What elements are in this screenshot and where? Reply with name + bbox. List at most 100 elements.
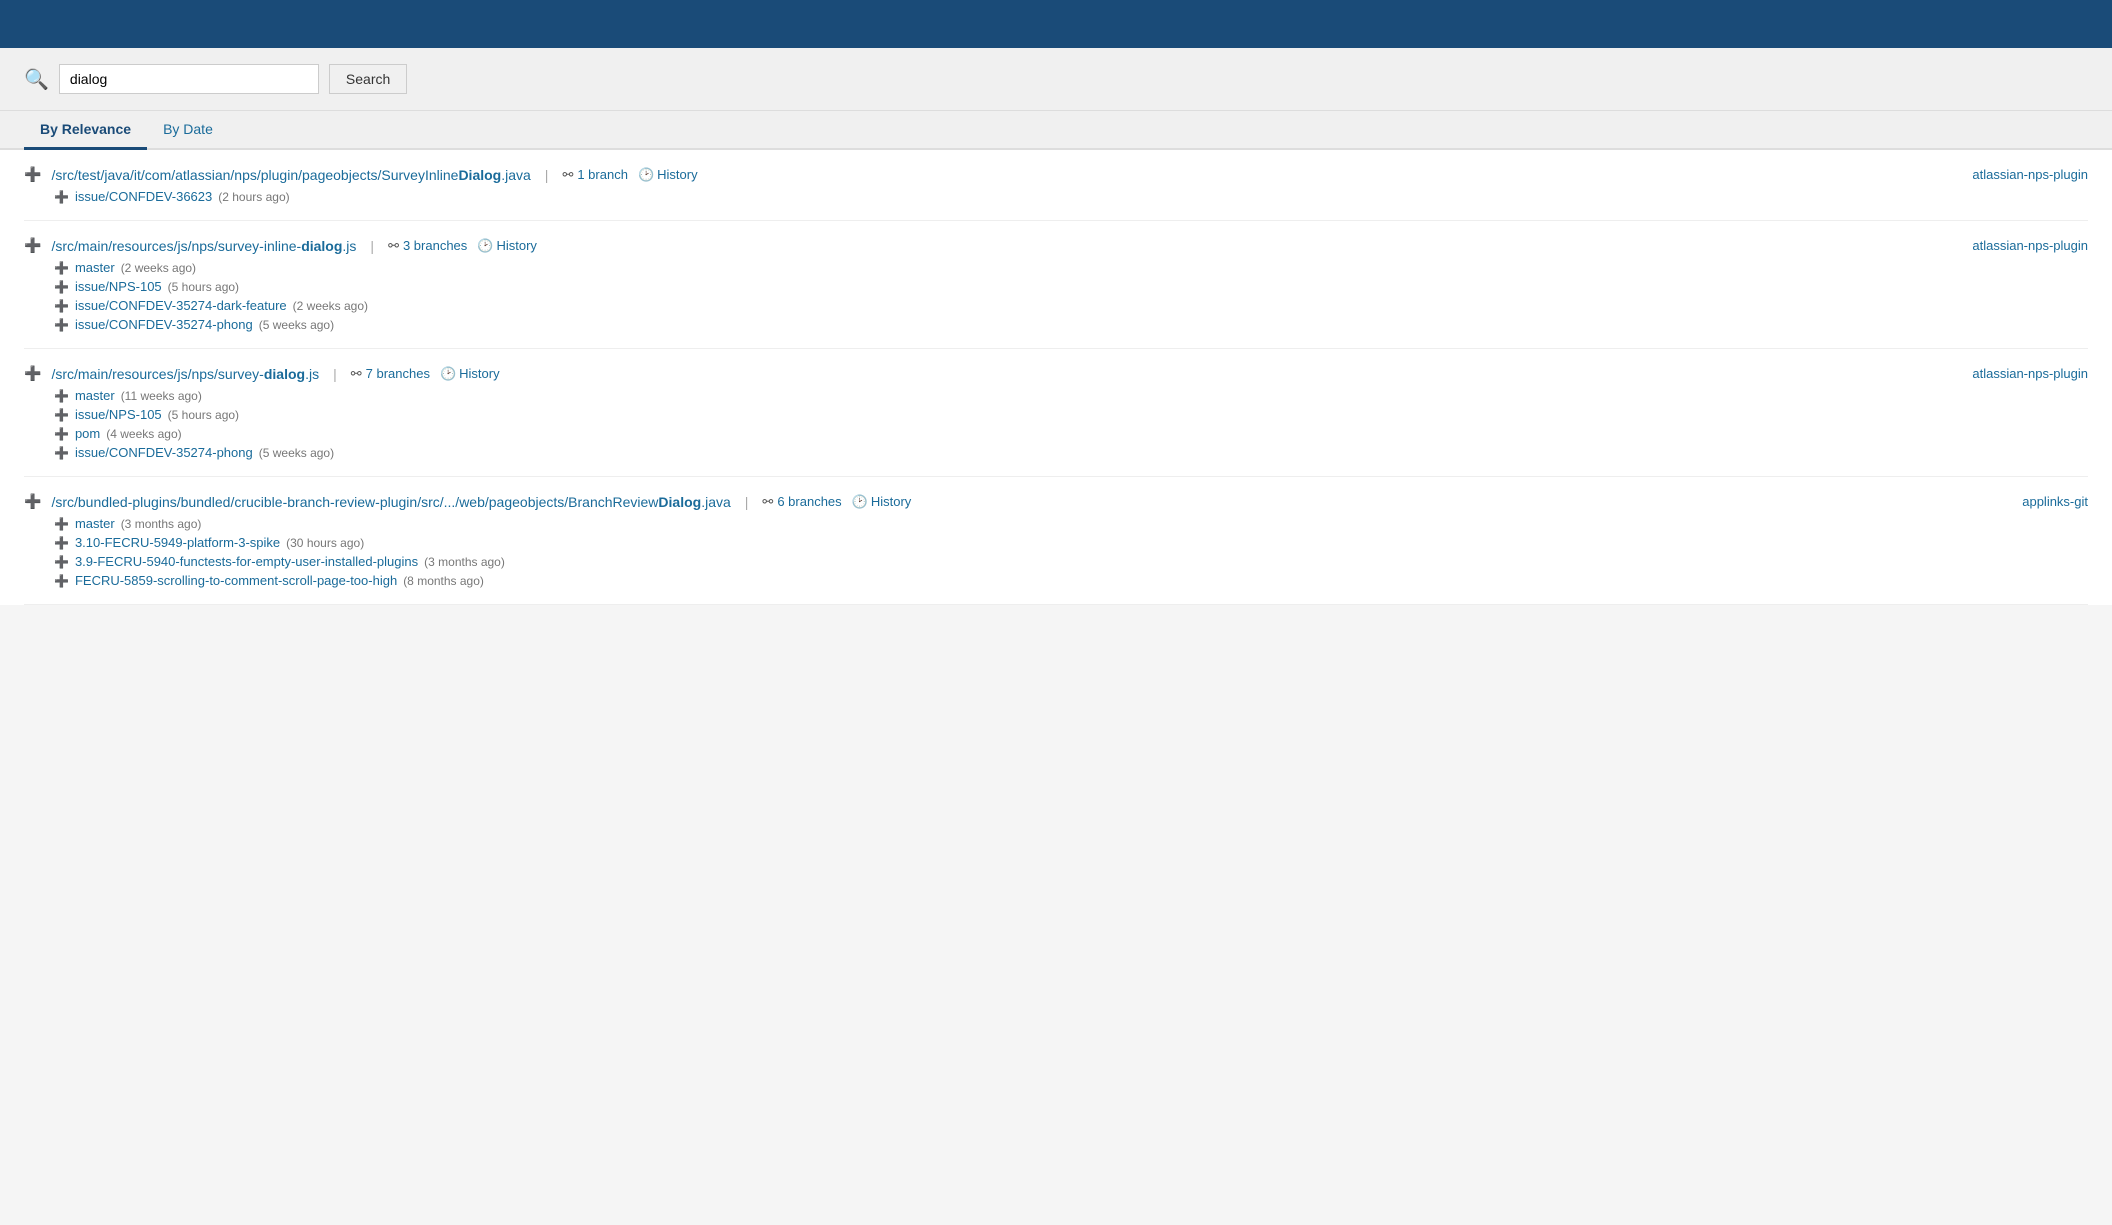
branch-expand-icon[interactable]: ➕ [54,555,69,569]
branch-expand-icon[interactable]: ➕ [54,517,69,531]
branch-expand-icon[interactable]: ➕ [54,446,69,460]
repo-name: atlassian-nps-plugin [1972,366,2088,381]
repo-name: atlassian-nps-plugin [1972,167,2088,182]
branch-time: (3 months ago) [424,555,505,569]
list-item: ➕ issue/CONFDEV-36623 (2 hours ago) [54,189,2088,204]
branch-time: (8 months ago) [403,574,484,588]
history-label: History [657,167,697,182]
history-label: History [871,494,911,509]
file-path-link[interactable]: /src/test/java/it/com/atlassian/nps/plug… [51,167,530,183]
branch-link[interactable]: issue/CONFDEV-36623 [75,189,212,204]
branch-expand-icon[interactable]: ➕ [54,408,69,422]
file-path-link[interactable]: /src/main/resources/js/nps/survey-inline… [51,238,356,254]
branches-count: 6 branches [777,494,841,509]
branch-list: ➕ issue/CONFDEV-36623 (2 hours ago) [54,189,2088,204]
list-item: ➕ master (3 months ago) [54,516,2088,531]
branch-time: (5 hours ago) [168,408,239,422]
path-prefix: /src/main/resources/js/nps/survey-inline… [51,238,301,254]
separator: | [370,238,374,254]
path-suffix: .java [701,494,731,510]
branch-link[interactable]: master [75,516,115,531]
branch-time: (2 weeks ago) [121,261,196,275]
path-suffix: .java [501,167,531,183]
history-link[interactable]: 🕑 History [477,238,537,254]
file-path-link[interactable]: /src/main/resources/js/nps/survey-dialog… [51,366,319,382]
branch-info: ⚯ 3 branches [388,238,467,254]
branch-time: (5 weeks ago) [259,318,334,332]
branch-expand-icon[interactable]: ➕ [54,427,69,441]
search-icon: 🔍 [24,67,49,92]
history-link[interactable]: 🕑 History [638,167,698,183]
result-header: ➕ /src/test/java/it/com/atlassian/nps/pl… [24,166,2088,183]
branch-link[interactable]: 3.10-FECRU-5949-platform-3-spike [75,535,280,550]
search-input[interactable] [59,64,319,94]
path-suffix: .js [342,238,356,254]
expand-icon[interactable]: ➕ [24,166,41,183]
branch-time: (2 hours ago) [218,190,289,204]
branch-link[interactable]: issue/CONFDEV-35274-phong [75,445,253,460]
branch-time: (2 weeks ago) [293,299,368,313]
branch-time: (4 weeks ago) [106,427,181,441]
branch-info: ⚯ 6 branches [762,494,841,510]
branch-link[interactable]: 3.9-FECRU-5940-functests-for-empty-user-… [75,554,418,569]
history-icon: 🕑 [852,494,868,510]
list-item: ➕ 3.9-FECRU-5940-functests-for-empty-use… [54,554,2088,569]
result-item: ➕ /src/bundled-plugins/bundled/crucible-… [24,477,2088,605]
branch-expand-icon[interactable]: ➕ [54,261,69,275]
branch-icon: ⚯ [351,366,362,382]
search-button[interactable]: Search [329,64,407,94]
history-label: History [496,238,536,253]
branch-info: ⚯ 7 branches [351,366,430,382]
branch-expand-icon[interactable]: ➕ [54,536,69,550]
branch-expand-icon[interactable]: ➕ [54,389,69,403]
branch-link[interactable]: pom [75,426,100,441]
branch-list: ➕ master (2 weeks ago) ➕ issue/NPS-105 (… [54,260,2088,332]
tab-by-date[interactable]: By Date [147,111,229,150]
path-highlight: dialog [301,238,342,254]
list-item: ➕ issue/CONFDEV-35274-phong (5 weeks ago… [54,445,2088,460]
result-item: ➕ /src/main/resources/js/nps/survey-inli… [24,221,2088,349]
branch-link[interactable]: issue/NPS-105 [75,407,162,422]
branches-count: 7 branches [366,366,430,381]
result-header: ➕ /src/bundled-plugins/bundled/crucible-… [24,493,2088,510]
expand-icon[interactable]: ➕ [24,365,41,382]
path-highlight: dialog [264,366,305,382]
list-item: ➕ issue/CONFDEV-35274-phong (5 weeks ago… [54,317,2088,332]
branch-expand-icon[interactable]: ➕ [54,574,69,588]
tab-by-relevance[interactable]: By Relevance [24,111,147,150]
history-icon: 🕑 [477,238,493,254]
branch-time: (3 months ago) [121,517,202,531]
branch-link[interactable]: issue/NPS-105 [75,279,162,294]
list-item: ➕ pom (4 weeks ago) [54,426,2088,441]
list-item: ➕ FECRU-5859-scrolling-to-comment-scroll… [54,573,2088,588]
list-item: ➕ 3.10-FECRU-5949-platform-3-spike (30 h… [54,535,2088,550]
path-suffix: .js [305,366,319,382]
history-link[interactable]: 🕑 History [440,366,500,382]
expand-icon[interactable]: ➕ [24,237,41,254]
branch-time: (11 weeks ago) [121,389,202,403]
branch-expand-icon[interactable]: ➕ [54,299,69,313]
list-item: ➕ issue/CONFDEV-35274-dark-feature (2 we… [54,298,2088,313]
path-highlight: Dialog [458,167,501,183]
branch-expand-icon[interactable]: ➕ [54,318,69,332]
branches-count: 3 branches [403,238,467,253]
branch-link[interactable]: issue/CONFDEV-35274-phong [75,317,253,332]
branch-link[interactable]: FECRU-5859-scrolling-to-comment-scroll-p… [75,573,397,588]
branch-icon: ⚯ [762,494,773,510]
expand-icon[interactable]: ➕ [24,493,41,510]
branch-link[interactable]: master [75,260,115,275]
history-link[interactable]: 🕑 History [852,494,912,510]
branch-link[interactable]: master [75,388,115,403]
branch-link[interactable]: issue/CONFDEV-35274-dark-feature [75,298,287,313]
search-bar: 🔍 Search [0,48,2112,111]
branch-list: ➕ master (11 weeks ago) ➕ issue/NPS-105 … [54,388,2088,460]
separator: | [545,167,549,183]
branch-expand-icon[interactable]: ➕ [54,190,69,204]
branch-list: ➕ master (3 months ago) ➕ 3.10-FECRU-594… [54,516,2088,588]
list-item: ➕ issue/NPS-105 (5 hours ago) [54,407,2088,422]
result-header: ➕ /src/main/resources/js/nps/survey-dial… [24,365,2088,382]
file-path-link[interactable]: /src/bundled-plugins/bundled/crucible-br… [51,494,730,510]
result-header: ➕ /src/main/resources/js/nps/survey-inli… [24,237,2088,254]
branch-expand-icon[interactable]: ➕ [54,280,69,294]
list-item: ➕ issue/NPS-105 (5 hours ago) [54,279,2088,294]
